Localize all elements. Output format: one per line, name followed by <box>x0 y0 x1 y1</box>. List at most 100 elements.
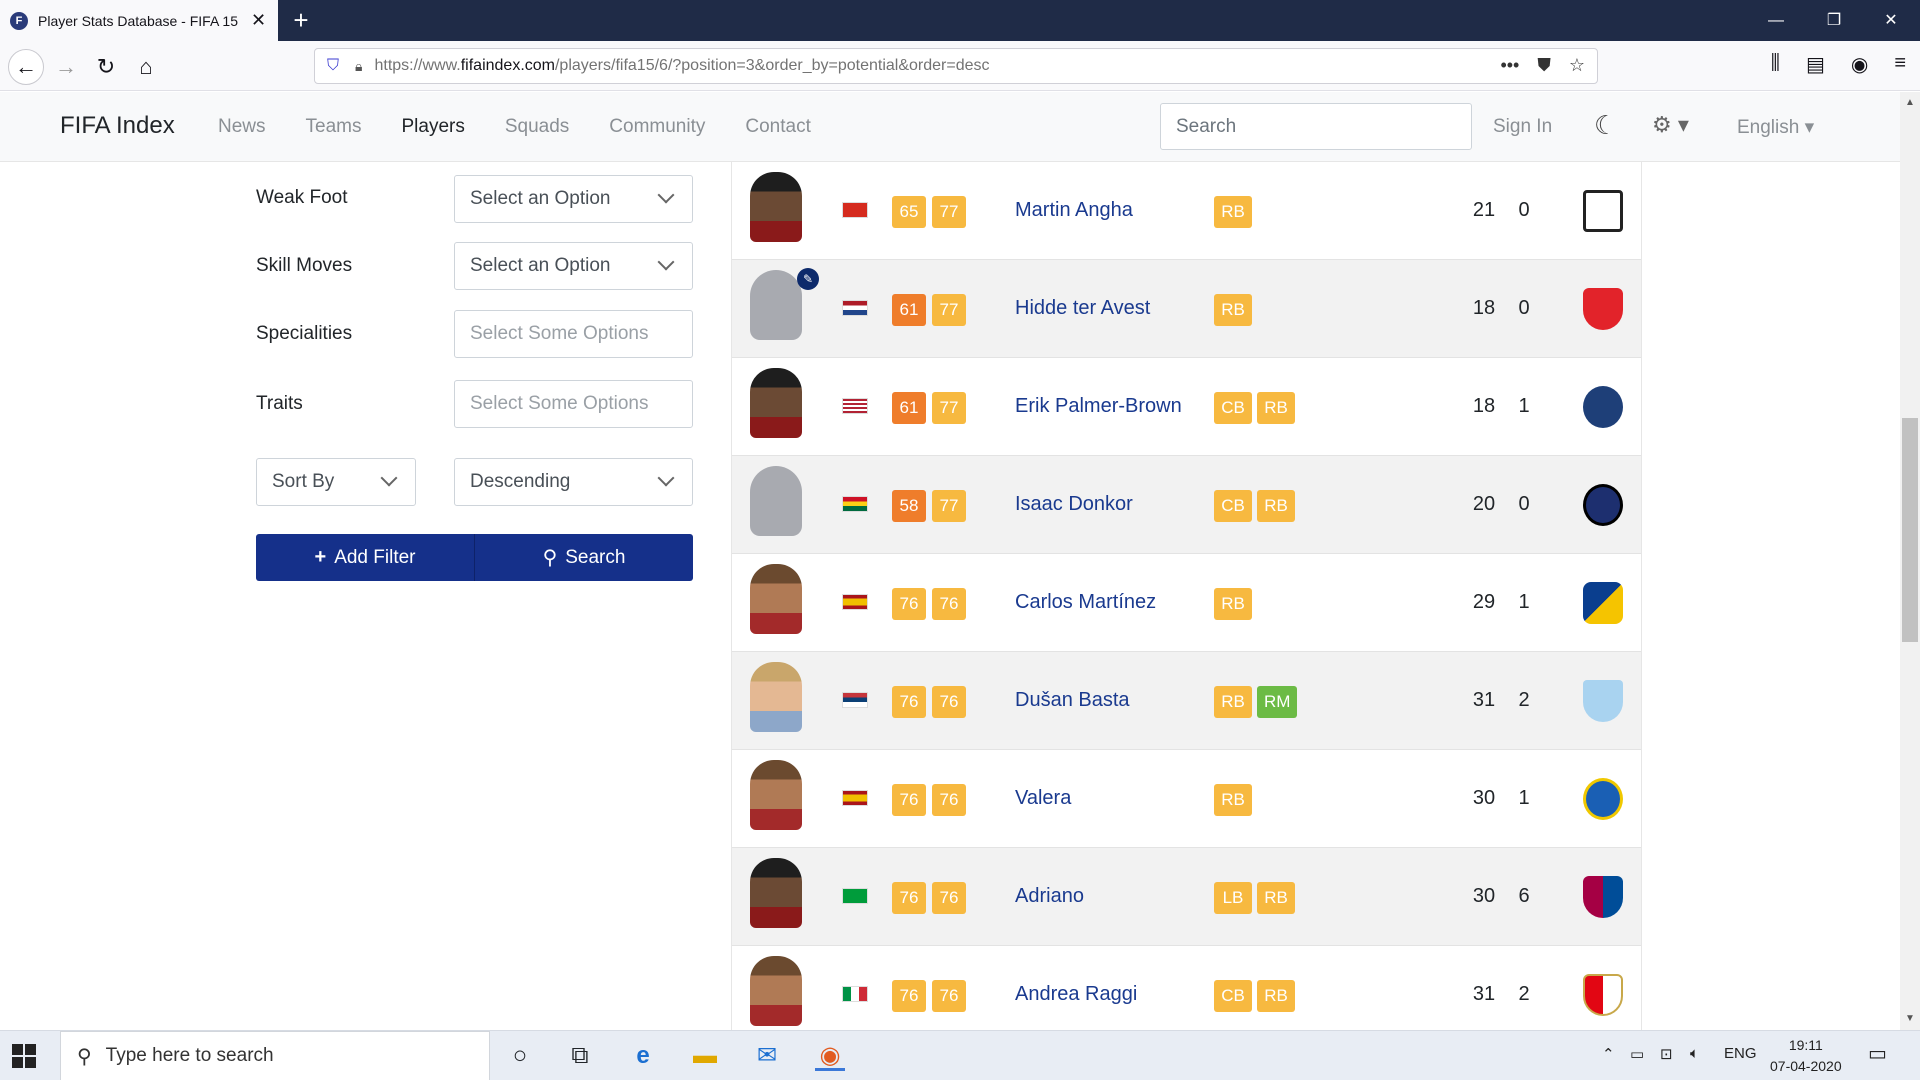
position-badge[interactable]: RB <box>1257 392 1295 424</box>
position-badge[interactable]: RB <box>1214 686 1252 718</box>
account-icon[interactable]: ◉ <box>1851 52 1868 77</box>
player-avatar[interactable] <box>750 956 802 1026</box>
network-icon[interactable]: ⊡ <box>1660 1045 1673 1063</box>
club-fc-twente-icon[interactable] <box>1583 288 1623 330</box>
flag-spain-icon[interactable] <box>842 594 868 610</box>
player-name-link[interactable]: Adriano <box>1015 885 1084 908</box>
menu-icon[interactable]: ≡ <box>1894 52 1906 77</box>
new-tab-icon[interactable]: + <box>286 6 316 36</box>
volume-icon[interactable]: 🔈︎ <box>1690 1045 1699 1062</box>
flag-brazil-icon[interactable] <box>842 888 868 904</box>
scroll-down-icon[interactable]: ▼ <box>1900 1010 1920 1028</box>
weak-foot-select[interactable]: Select an Option <box>454 175 693 223</box>
position-badge[interactable]: RB <box>1214 294 1252 326</box>
sort-by-select[interactable]: Sort By <box>256 458 416 506</box>
position-badge[interactable]: RM <box>1257 686 1298 718</box>
player-avatar[interactable] <box>750 564 802 634</box>
language-dropdown[interactable]: English ▾ <box>1737 116 1814 139</box>
site-brand[interactable]: FIFA Index <box>60 112 175 140</box>
sidebar-icon[interactable]: ▤ <box>1806 52 1825 77</box>
club-inter-icon[interactable] <box>1583 484 1623 526</box>
tracking-shield-icon[interactable]: ⛉ <box>327 57 339 75</box>
club-barcelona-icon[interactable] <box>1583 876 1623 918</box>
club-real-sociedad-icon[interactable] <box>1583 582 1623 624</box>
player-avatar[interactable] <box>750 368 802 438</box>
flag-spain-icon[interactable] <box>842 790 868 806</box>
player-row[interactable]: 76 76 Dušan Basta RB RM 31 2 <box>732 652 1641 750</box>
player-avatar[interactable] <box>750 270 802 340</box>
player-avatar[interactable] <box>750 172 802 242</box>
position-badge[interactable]: CB <box>1214 490 1252 522</box>
edge-icon[interactable]: e <box>628 1041 658 1071</box>
sign-in-link[interactable]: Sign In <box>1493 116 1552 138</box>
club-monaco-icon[interactable] <box>1583 974 1623 1016</box>
player-row[interactable]: 76 76 Valera RB 30 1 <box>732 750 1641 848</box>
player-row[interactable]: 76 76 Carlos Martínez RB 29 1 <box>732 554 1641 652</box>
minimize-icon[interactable]: — <box>1747 0 1805 41</box>
position-badge[interactable]: RB <box>1214 196 1252 228</box>
notifications-icon[interactable]: ▭ <box>1868 1041 1887 1066</box>
player-name-link[interactable]: Carlos Martínez <box>1015 591 1156 614</box>
firefox-icon[interactable]: ◉ <box>815 1041 845 1071</box>
player-row[interactable]: ✎ 61 77 Hidde ter Avest RB 18 0 <box>732 260 1641 358</box>
player-row[interactable]: 65 77 Martin Angha RB 21 0 <box>732 162 1641 260</box>
back-icon[interactable]: ← <box>8 49 44 85</box>
player-avatar[interactable] <box>750 858 802 928</box>
position-badge[interactable]: RB <box>1257 980 1295 1012</box>
player-name-link[interactable]: Isaac Donkor <box>1015 493 1133 516</box>
position-badge[interactable]: RB <box>1257 490 1295 522</box>
taskbar-search-input[interactable]: ⚲ Type here to search <box>60 1031 490 1080</box>
position-badge[interactable]: RB <box>1214 784 1252 816</box>
scroll-up-icon[interactable]: ▲ <box>1900 94 1920 112</box>
player-avatar[interactable] <box>750 662 802 732</box>
file-explorer-icon[interactable]: ▬ <box>690 1041 720 1071</box>
search-button[interactable]: ⚲ Search <box>475 534 693 581</box>
clock[interactable]: 19:11 07-04-2020 <box>1770 1035 1842 1077</box>
site-search-input[interactable]: Search <box>1160 103 1472 150</box>
player-avatar[interactable] <box>750 466 802 536</box>
position-badge[interactable]: CB <box>1214 392 1252 424</box>
position-badge[interactable]: LB <box>1214 882 1252 914</box>
specialities-select[interactable]: Select Some Options <box>454 310 693 358</box>
player-name-link[interactable]: Dušan Basta <box>1015 689 1130 712</box>
player-name-link[interactable]: Hidde ter Avest <box>1015 297 1150 320</box>
skill-moves-select[interactable]: Select an Option <box>454 242 693 290</box>
player-name-link[interactable]: Erik Palmer-Brown <box>1015 395 1182 418</box>
player-row[interactable]: 76 76 Adriano LB RB 30 6 <box>732 848 1641 946</box>
pocket-icon[interactable]: ⛊ <box>1537 55 1551 76</box>
player-name-link[interactable]: Martin Angha <box>1015 199 1133 222</box>
player-row[interactable]: 61 77 Erik Palmer-Brown CB RB 18 1 <box>732 358 1641 456</box>
flag-switzerland-icon[interactable] <box>842 202 868 218</box>
flag-netherlands-icon[interactable] <box>842 300 868 316</box>
restore-icon[interactable]: ❐ <box>1805 0 1863 41</box>
lock-icon[interactable]: 🔒︎ <box>355 58 362 75</box>
battery-icon[interactable]: ▭ <box>1630 1045 1644 1063</box>
position-badge[interactable]: RB <box>1214 588 1252 620</box>
nav-teams[interactable]: Teams <box>306 116 362 138</box>
club-lazio-icon[interactable] <box>1583 680 1623 722</box>
player-name-link[interactable]: Valera <box>1015 787 1071 810</box>
scrollbar-thumb[interactable] <box>1902 418 1918 642</box>
player-avatar[interactable] <box>750 760 802 830</box>
club-sporting-kc-icon[interactable] <box>1583 386 1623 428</box>
tray-chevron-icon[interactable]: ⌃ <box>1602 1045 1615 1063</box>
dark-mode-icon[interactable]: ☾ <box>1594 110 1617 141</box>
position-badge[interactable]: CB <box>1214 980 1252 1012</box>
close-tab-icon[interactable]: ✕ <box>251 10 266 31</box>
forward-icon[interactable]: → <box>48 49 84 85</box>
nav-community[interactable]: Community <box>609 116 705 138</box>
flag-usa-icon[interactable] <box>842 398 868 414</box>
player-name-link[interactable]: Andrea Raggi <box>1015 983 1137 1006</box>
home-icon[interactable]: ⌂ <box>128 49 164 85</box>
nav-players[interactable]: Players <box>401 116 464 138</box>
bookmark-star-icon[interactable]: ☆ <box>1569 55 1585 76</box>
add-filter-button[interactable]: + Add Filter <box>256 534 475 581</box>
player-row[interactable]: 58 77 Isaac Donkor CB RB 20 0 <box>732 456 1641 554</box>
position-badge[interactable]: RB <box>1257 882 1295 914</box>
reload-icon[interactable]: ↻ <box>88 49 124 85</box>
nav-squads[interactable]: Squads <box>505 116 569 138</box>
browser-tab[interactable]: F Player Stats Database - FIFA 15 ✕ <box>0 0 278 41</box>
edit-pencil-icon[interactable]: ✎ <box>797 268 819 290</box>
order-select[interactable]: Descending <box>454 458 693 506</box>
nav-contact[interactable]: Contact <box>745 116 810 138</box>
